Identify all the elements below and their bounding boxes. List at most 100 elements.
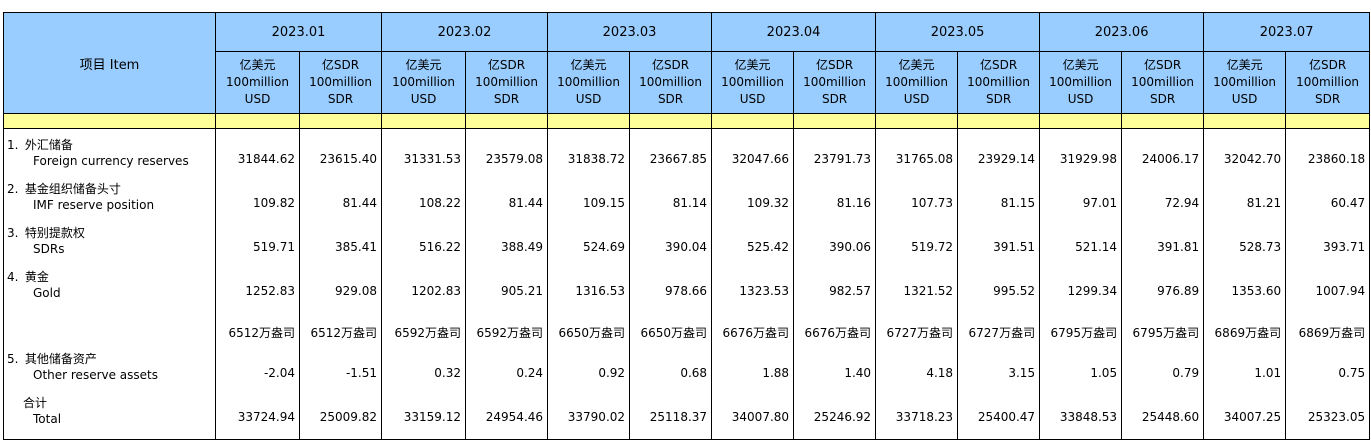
unit-label-zh: 亿美元 (1226, 58, 1263, 72)
row-label-zh: 2. 基金组织储备头寸 (7, 181, 215, 197)
row-label-zh: 1. 外汇储备 (7, 137, 215, 153)
unit-label-en1: 100million (392, 75, 455, 89)
value-cell: 0.68 (629, 351, 713, 395)
row-label-zh: 5. 其他储备资产 (7, 351, 215, 367)
value-cell: 1202.83 (381, 269, 467, 313)
value-cell: 519.72 (875, 225, 959, 269)
row-label-en: Total (33, 412, 62, 426)
unit-label-en2: SDR (1149, 92, 1176, 106)
value-cell: 976.89 (1121, 269, 1205, 313)
value-cell: 81.16 (793, 181, 877, 225)
value-cell: 31765.08 (875, 137, 959, 181)
value-cell: 393.71 (1285, 225, 1371, 269)
unit-label-en2: USD (244, 92, 271, 106)
value-cell: 1.40 (793, 351, 877, 395)
reserve-assets-table: 项目 Item 2023.01 2023.02 2023.03 2023.04 … (3, 12, 1371, 440)
unit-label-en1: 100million (803, 75, 866, 89)
unit-label-zh: 亿SDR (651, 58, 690, 72)
unit-label-en2: USD (575, 92, 602, 106)
period-header: 2023.05 (875, 12, 1041, 52)
value-cell: 0.24 (465, 351, 549, 395)
unit-label-en1: 100million (1131, 75, 1195, 89)
row-number: 3. (7, 226, 19, 240)
value-cell: 525.42 (711, 225, 795, 269)
value-cell: 0.92 (547, 351, 631, 395)
value-cell: 72.94 (1121, 181, 1205, 225)
unit-label-en1: 100million (226, 75, 289, 89)
row-label-en: SDRs (33, 242, 65, 256)
unit-label-en2: SDR (1315, 92, 1341, 106)
unit-label-en1: 100million (967, 75, 1031, 89)
unit-label-zh: 亿美元 (734, 58, 771, 72)
row-label-zh-text: 黄金 (24, 270, 49, 284)
gold-ounces-cell: 6650万盎司 (629, 313, 713, 351)
unit-header-usd: 亿美元 100million USD (1203, 51, 1287, 114)
unit-label-en1: 100million (1049, 75, 1113, 89)
value-cell: 0.79 (1121, 351, 1205, 395)
value-cell: 109.32 (711, 181, 795, 225)
value-cell: 33159.12 (381, 395, 467, 440)
value-cell: 81.21 (1203, 181, 1287, 225)
unit-label-zh: 亿美元 (239, 58, 276, 72)
reserve-row: 3. 特别提款权 SDRs 519.71 385.41 516.22 388.49 524.… (3, 225, 1371, 269)
unit-label-zh: 亿美元 (405, 58, 442, 72)
value-cell: 33790.02 (547, 395, 631, 440)
value-cell: 905.21 (465, 269, 549, 313)
unit-label-en2: SDR (821, 92, 848, 106)
unit-label-en1: 100million (557, 75, 620, 89)
unit-header-usd: 亿美元 100million USD (1039, 51, 1123, 114)
period-header: 2023.07 (1203, 12, 1371, 52)
unit-label-en2: USD (1067, 92, 1094, 106)
unit-header-sdr: 亿SDR 100million SDR (1285, 51, 1371, 114)
value-cell: 31331.53 (381, 137, 467, 181)
value-cell: 31838.72 (547, 137, 631, 181)
gold-ounces-cell: 6795万盎司 (1039, 313, 1123, 351)
item-column-header: 项目 Item (3, 12, 216, 114)
value-cell: 32042.70 (1203, 137, 1287, 181)
gold-ounces-cell: 6869万盎司 (1285, 313, 1371, 351)
total-row: 合计 Total 33724.94 25009.82 33159.12 24954.46 3… (3, 395, 1371, 440)
gold-ounces-cell: 6676万盎司 (711, 313, 795, 351)
value-cell: 391.81 (1121, 225, 1205, 269)
gold-ounces-cell: 6592万盎司 (381, 313, 467, 351)
unit-label-en1: 100million (309, 75, 372, 89)
value-cell: 1323.53 (711, 269, 795, 313)
unit-label-en1: 100million (885, 75, 948, 89)
row-label: 5. 其他储备资产 Other reserve assets (3, 351, 216, 395)
yellow-strip-row (3, 113, 1371, 129)
gold-ounces-cell: 6592万盎司 (465, 313, 549, 351)
value-cell: 107.73 (875, 181, 959, 225)
value-cell: 1.88 (711, 351, 795, 395)
value-cell: 1252.83 (215, 269, 300, 313)
gold-ounces-cell: 6795万盎司 (1121, 313, 1205, 351)
gold-ounces-cell: 6512万盎司 (215, 313, 300, 351)
value-cell: 81.14 (629, 181, 713, 225)
row-label-en: Gold (33, 286, 61, 300)
value-cell: 978.66 (629, 269, 713, 313)
value-cell: 982.57 (793, 269, 877, 313)
unit-header-usd: 亿美元 100million USD (875, 51, 959, 114)
unit-label-en1: 100million (639, 75, 702, 89)
value-cell: 390.04 (629, 225, 713, 269)
unit-label-en2: SDR (493, 92, 520, 106)
unit-header-sdr: 亿SDR 100million SDR (793, 51, 877, 114)
unit-label-en1: 100million (1213, 75, 1277, 89)
value-cell: 516.22 (381, 225, 467, 269)
value-cell: 109.82 (215, 181, 300, 225)
value-cell: 1316.53 (547, 269, 631, 313)
row-label: 3. 特别提款权 SDRs (3, 225, 216, 269)
row-label: 合计 Total (3, 395, 216, 440)
value-cell: 929.08 (298, 269, 383, 313)
value-cell: 1.01 (1203, 351, 1287, 395)
unit-label-zh: 亿美元 (898, 58, 935, 72)
value-cell: 1.05 (1039, 351, 1123, 395)
unit-label-zh: 亿SDR (815, 58, 854, 72)
value-cell: 385.41 (298, 225, 383, 269)
unit-header-usd: 亿美元 100million USD (215, 51, 300, 114)
value-cell: -2.04 (215, 351, 300, 395)
row-label-zh: 合计 (7, 395, 215, 411)
unit-label-zh: 亿美元 (570, 58, 607, 72)
unit-header-sdr: 亿SDR 100million SDR (1121, 51, 1205, 114)
value-cell: 23579.08 (465, 137, 549, 181)
unit-label-zh: 亿SDR (1143, 58, 1182, 72)
